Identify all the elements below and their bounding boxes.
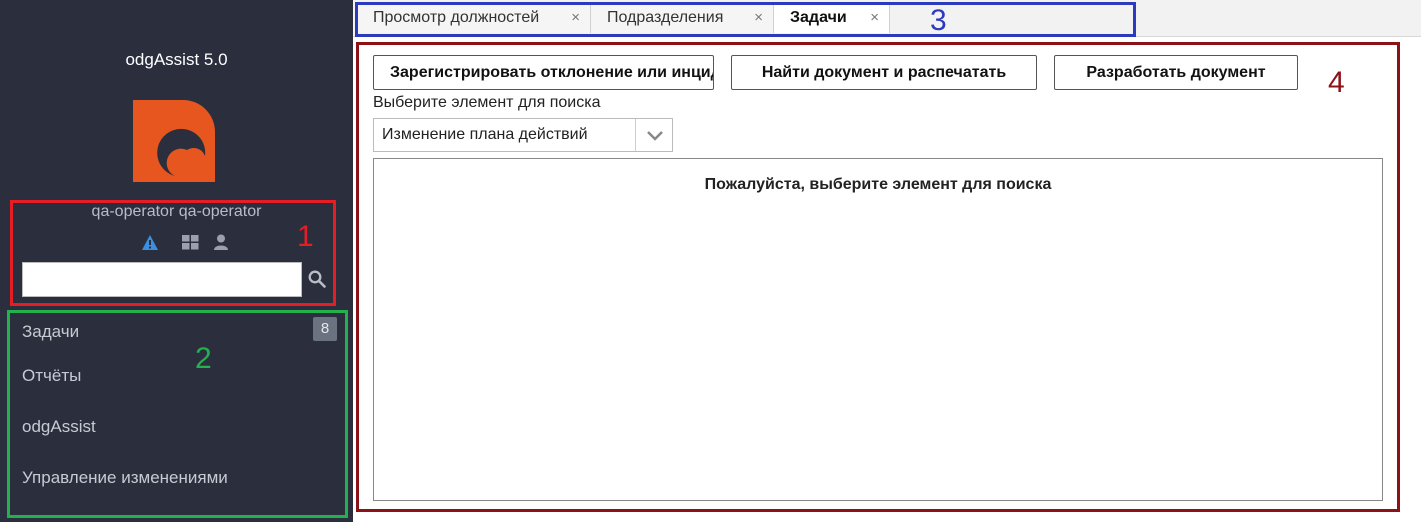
annotation-box-3 bbox=[355, 2, 1136, 37]
result-message: Пожалуйста, выберите элемент для поиска bbox=[704, 176, 1052, 193]
chevron-down-icon[interactable] bbox=[646, 129, 664, 143]
select-divider bbox=[635, 119, 636, 151]
annotation-box-1 bbox=[10, 200, 336, 306]
annotation-label-2: 2 bbox=[195, 342, 212, 375]
annotation-label-3: 3 bbox=[930, 4, 947, 37]
annotation-label-4: 4 bbox=[1328, 66, 1345, 99]
annotation-box-2 bbox=[7, 310, 348, 518]
register-incident-button[interactable]: Зарегистрировать отклонение или инцидент bbox=[373, 55, 714, 90]
search-element-select[interactable]: Изменение плана действий bbox=[373, 118, 673, 152]
develop-document-button[interactable]: Разработать документ bbox=[1054, 55, 1298, 90]
select-value: Изменение плана действий bbox=[382, 126, 588, 143]
find-print-document-button[interactable]: Найти документ и распечатать bbox=[731, 55, 1037, 90]
search-element-label: Выберите элемент для поиска bbox=[373, 94, 601, 111]
app-logo bbox=[133, 100, 215, 182]
app-title: odgAssist 5.0 bbox=[125, 50, 228, 69]
annotation-label-1: 1 bbox=[297, 220, 314, 253]
search-result-panel: Пожалуйста, выберите элемент для поиска bbox=[373, 158, 1383, 501]
